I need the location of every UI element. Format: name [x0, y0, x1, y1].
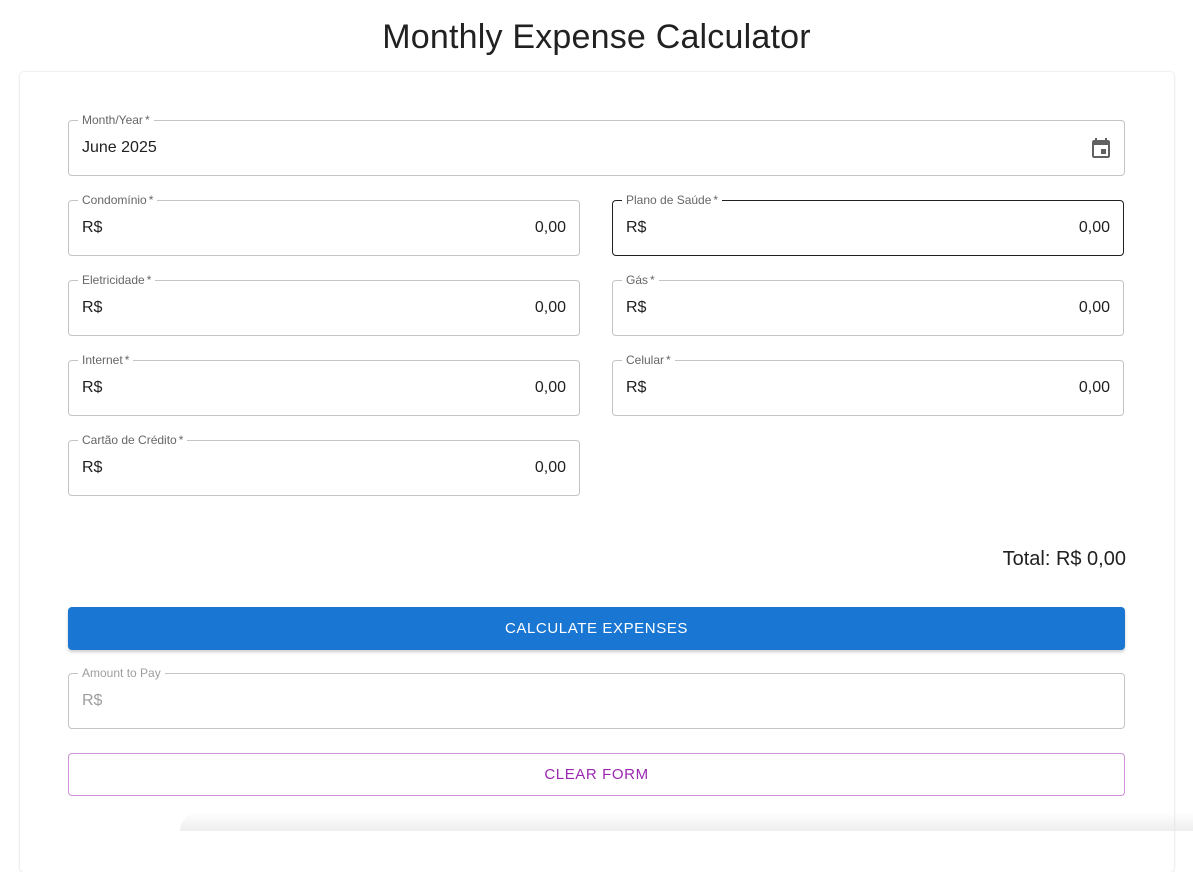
bottom-shadow [180, 812, 1193, 831]
internet-field[interactable]: Internet * R$ 0,00 [68, 353, 580, 416]
calculate-expenses-button[interactable]: CALCULATE EXPENSES [68, 607, 1125, 650]
celular-field[interactable]: Celular * R$ 0,00 [612, 353, 1124, 416]
eletricidade-label: Eletricidade * [78, 273, 156, 287]
currency-prefix: R$ [82, 459, 103, 476]
plano-saude-value[interactable]: 0,00 [1079, 218, 1110, 238]
condominio-value[interactable]: 0,00 [535, 218, 566, 238]
currency-prefix: R$ [626, 379, 647, 396]
cartao-credito-label: Cartão de Crédito * [78, 433, 188, 447]
currency-prefix: R$ [82, 299, 103, 316]
amount-to-pay-label: Amount to Pay [78, 666, 165, 680]
internet-value[interactable]: 0,00 [535, 378, 566, 398]
currency-prefix: R$ [626, 299, 647, 316]
currency-prefix: R$ [82, 219, 103, 236]
currency-prefix: R$ [82, 379, 103, 396]
condominio-label: Condomínio * [78, 193, 158, 207]
month-year-value[interactable]: June 2025 [82, 138, 157, 158]
plano-saude-label: Plano de Saúde * [622, 193, 723, 207]
gas-value[interactable]: 0,00 [1079, 298, 1110, 318]
calendar-icon[interactable] [1089, 137, 1113, 161]
cartao-credito-value[interactable]: 0,00 [535, 458, 566, 478]
gas-label: Gás * [622, 273, 659, 287]
plano-saude-field[interactable]: Plano de Saúde * R$ 0,00 [612, 193, 1124, 256]
cartao-credito-field[interactable]: Cartão de Crédito * R$ 0,00 [68, 433, 580, 496]
gas-field[interactable]: Gás * R$ 0,00 [612, 273, 1124, 336]
celular-value[interactable]: 0,00 [1079, 378, 1110, 398]
page-title: Monthly Expense Calculator [382, 18, 811, 56]
eletricidade-value[interactable]: 0,00 [535, 298, 566, 318]
amount-to-pay-field: Amount to Pay R$ [68, 666, 1125, 729]
condominio-field[interactable]: Condomínio * R$ 0,00 [68, 193, 580, 256]
expense-form-card: Month/Year * June 2025 Condomínio * R$ 0,0… [20, 72, 1174, 872]
total-amount: Total: R$ 0,00 [1002, 548, 1126, 570]
celular-label: Celular * [622, 353, 675, 367]
month-year-field[interactable]: Month/Year * June 2025 [68, 113, 1125, 176]
eletricidade-field[interactable]: Eletricidade * R$ 0,00 [68, 273, 580, 336]
clear-form-button[interactable]: CLEAR FORM [68, 753, 1125, 796]
currency-prefix: R$ [626, 219, 647, 236]
amount-to-pay-prefix: R$ [82, 692, 103, 709]
month-year-label: Month/Year * [78, 113, 154, 127]
internet-label: Internet * [78, 353, 134, 367]
